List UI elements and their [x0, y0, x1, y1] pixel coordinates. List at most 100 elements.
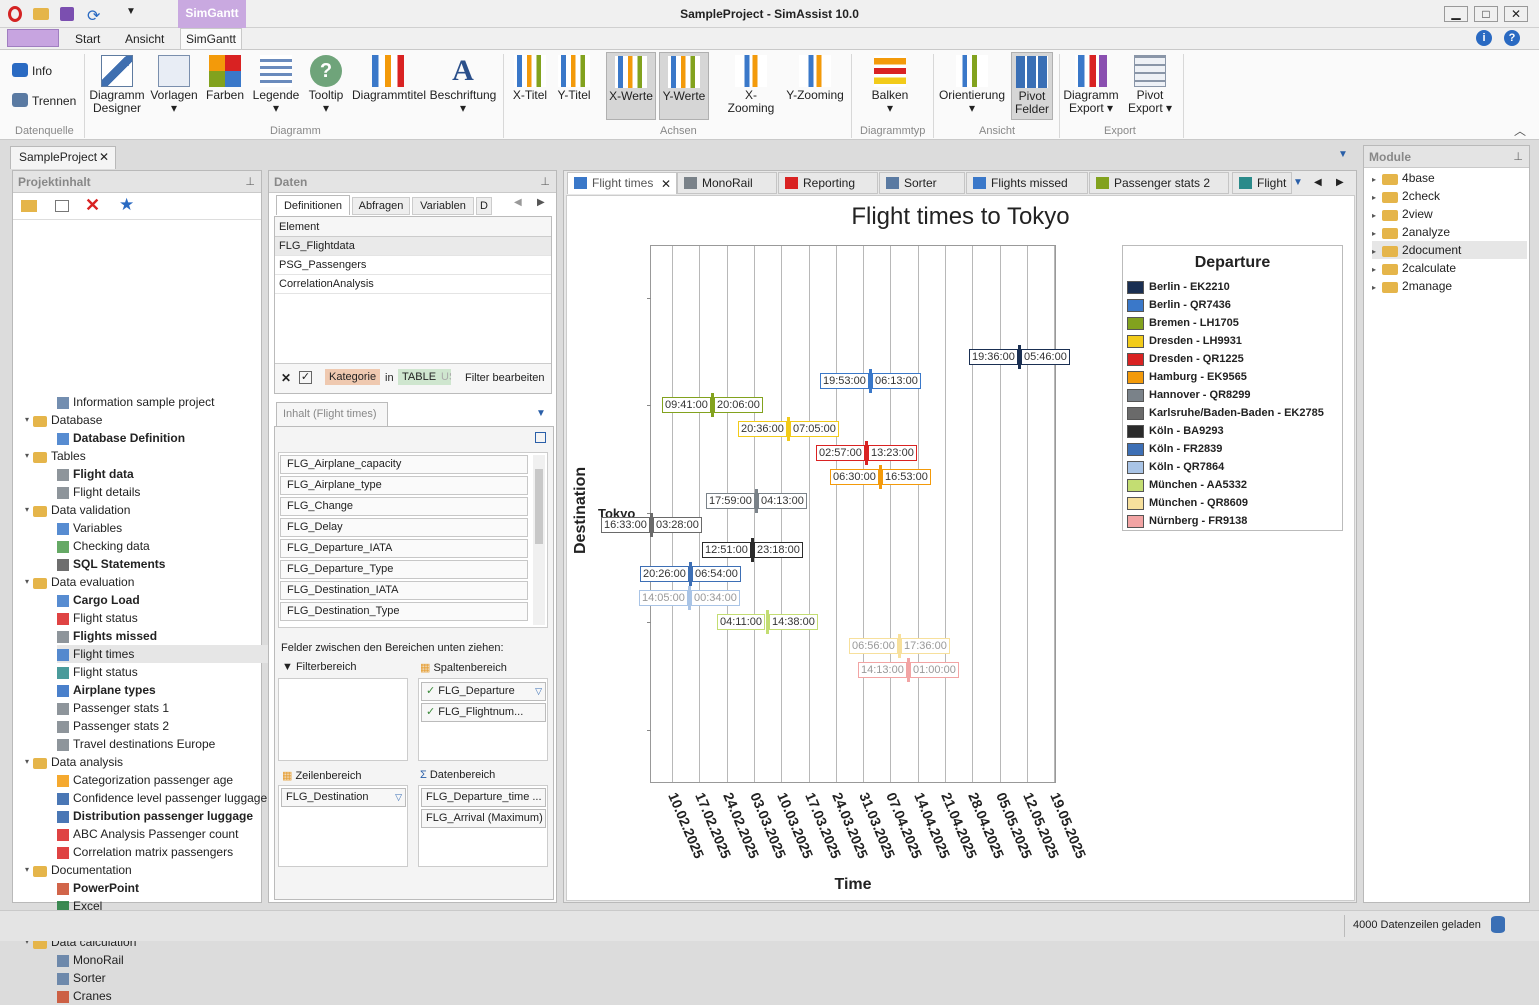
gantt-start-label[interactable]: 20:36:00 [738, 421, 787, 437]
legend-item[interactable]: Köln - QR7864 [1149, 461, 1224, 474]
gantt-end-label[interactable]: 06:13:00 [872, 373, 921, 389]
module-item[interactable]: ▸ 2view [1372, 205, 1527, 223]
expand-icon[interactable]: ▸ [1372, 211, 1376, 220]
tree-item[interactable]: Flight status [57, 609, 138, 627]
farben-button[interactable]: Farben [203, 55, 247, 102]
filter-chip-us[interactable]: US [439, 369, 451, 385]
gantt-start-label[interactable]: 06:30:00 [830, 469, 879, 485]
gantt-end-label[interactable]: 14:38:00 [769, 614, 818, 630]
legend-item[interactable]: Köln - BA9293 [1149, 425, 1224, 438]
module-item[interactable]: ▸ 2analyze [1372, 223, 1527, 241]
tree-item[interactable]: Database Definition [57, 429, 185, 447]
tree-item[interactable]: Flight status [57, 663, 138, 681]
spalten-item[interactable]: ✓ FLG_Departure ▽ [421, 682, 546, 701]
expand-icon[interactable]: ▸ [1372, 247, 1376, 256]
enable-filter-checkbox[interactable]: ✓ [299, 371, 312, 384]
inhalt-dropdown-icon[interactable]: ▼ [536, 408, 546, 419]
y-titel-button[interactable]: Y-Titel [553, 55, 595, 102]
tree-item[interactable]: ▾ Tables [25, 447, 86, 465]
gantt-end-label[interactable]: 06:54:00 [692, 566, 741, 582]
field-list-scrollbar[interactable] [533, 455, 545, 625]
tree-item[interactable]: Information sample project [57, 393, 214, 411]
filter-chip-table[interactable]: TABLE [398, 369, 441, 385]
daten-item[interactable]: FLG_Departure_time ... [421, 788, 546, 807]
maximize-button[interactable]: □ [1474, 6, 1498, 22]
clear-filter-icon[interactable]: ✕ [281, 371, 291, 385]
legend-item[interactable]: Bremen - LH1705 [1149, 317, 1239, 330]
filter-area[interactable] [278, 678, 408, 761]
tree-item[interactable]: Passenger stats 2 [57, 717, 169, 735]
orientierung-button[interactable]: Orientierung ▾ [938, 55, 1006, 115]
gantt-start-label[interactable]: 06:56:00 [849, 638, 898, 654]
minimize-button[interactable]: ▁ [1444, 6, 1468, 22]
scroll-thumb[interactable] [535, 469, 543, 544]
expand-icon[interactable]: ▸ [1372, 229, 1376, 238]
delete-icon[interactable]: ✕ [85, 195, 100, 216]
tab-ansicht[interactable]: Ansicht [125, 32, 164, 46]
tree-item[interactable]: Flights missed [57, 627, 157, 645]
legend-item[interactable]: Karlsruhe/Baden-Baden - EK2785 [1149, 407, 1324, 420]
legend-item[interactable]: Köln - FR2839 [1149, 443, 1222, 456]
legende-button[interactable]: Legende ▾ [252, 55, 300, 115]
gantt-end-label[interactable]: 05:46:00 [1021, 349, 1070, 365]
y-werte-button[interactable]: Y-Werte [659, 52, 709, 120]
module-item[interactable]: ▸ 2document [1372, 241, 1527, 259]
doc-tab[interactable]: Flight s [1232, 172, 1292, 210]
spalten-item[interactable]: ✓ FLG_Flightnum... [421, 703, 546, 722]
pin-icon[interactable]: ⊥ [245, 175, 255, 188]
close-icon[interactable]: ✕ [99, 147, 109, 168]
field-item[interactable]: FLG_Destination_Type [280, 602, 528, 621]
x-werte-button[interactable]: X-Werte [606, 52, 656, 120]
tab-start[interactable]: Start [75, 32, 100, 46]
module-item[interactable]: ▸ 2check [1372, 187, 1527, 205]
field-item[interactable]: FLG_Departure_Type [280, 560, 528, 579]
close-button[interactable]: ✕ [1504, 6, 1528, 22]
tab-simgantt[interactable]: SimGantt [180, 28, 242, 50]
inhalt-tab[interactable]: Inhalt (Flight times) [276, 402, 388, 426]
tree-item[interactable]: Cargo Load [57, 591, 140, 609]
doc-tabs-next-icon[interactable]: ▶ [1336, 177, 1344, 188]
expand-icon[interactable]: ▾ [25, 411, 29, 429]
data-tab-prev-icon[interactable]: ◀ [514, 197, 522, 208]
pin-icon[interactable]: ⊥ [1513, 150, 1523, 163]
table-row[interactable]: FLG_Flightdata [275, 237, 551, 256]
expand-icon[interactable]: ▾ [25, 861, 29, 879]
filter-funnel-icon[interactable]: ▽ [535, 683, 542, 700]
tree-item[interactable]: Distribution passenger luggage [57, 807, 253, 825]
legend-item[interactable]: Hamburg - EK9565 [1149, 371, 1247, 384]
legend-item[interactable]: München - QR8609 [1149, 497, 1248, 510]
favorite-icon[interactable]: ★ [119, 195, 134, 215]
doc-tab-close-icon[interactable]: ✕ [661, 177, 671, 191]
y-zooming-button[interactable]: Y-Zooming [786, 55, 844, 102]
tree-item[interactable]: Categorization passenger age [57, 771, 233, 789]
tree-item[interactable]: ▾ Database [25, 411, 102, 429]
legend-item[interactable]: Berlin - EK2210 [1149, 281, 1230, 294]
expand-icon[interactable]: ▸ [1372, 193, 1376, 202]
daten-item[interactable]: FLG_Arrival (Maximum) [421, 809, 546, 828]
data-tab-next-icon[interactable]: ▶ [537, 197, 545, 208]
field-item[interactable]: FLG_Departure_IATA [280, 539, 528, 558]
gantt-start-label[interactable]: 19:36:00 [969, 349, 1018, 365]
table-row[interactable]: CorrelationAnalysis [275, 275, 551, 294]
doc-tabs-prev-icon[interactable]: ◀ [1314, 177, 1322, 188]
table-row[interactable]: PSG_Passengers [275, 256, 551, 275]
legend-item[interactable]: Dresden - QR1225 [1149, 353, 1244, 366]
doc-tabs-dropdown-icon[interactable]: ▼ [1338, 149, 1348, 160]
gantt-end-label[interactable]: 04:13:00 [758, 493, 807, 509]
expand-icon[interactable]: ▾ [25, 501, 29, 519]
open-folder-icon[interactable] [21, 200, 37, 212]
gantt-start-label[interactable]: 09:41:00 [662, 397, 711, 413]
expand-icon[interactable]: ▾ [25, 753, 29, 771]
tree-item[interactable]: SQL Statements [57, 555, 165, 573]
module-item[interactable]: ▸ 2calculate [1372, 259, 1527, 277]
tree-item[interactable]: ▾ Data evaluation [25, 573, 134, 591]
tree-item[interactable]: Sorter [57, 969, 106, 987]
info-button[interactable]: Info [12, 63, 52, 78]
gantt-end-label[interactable]: 00:34:00 [691, 590, 740, 606]
gantt-start-label[interactable]: 20:26:00 [640, 566, 689, 582]
data-tab-variablen[interactable]: Variablen [412, 197, 474, 215]
help2-icon[interactable]: ? [1504, 30, 1520, 46]
gantt-end-label[interactable]: 20:06:00 [714, 397, 763, 413]
tree-item[interactable]: Travel destinations Europe [57, 735, 215, 753]
module-item[interactable]: ▸ 2manage [1372, 277, 1527, 295]
